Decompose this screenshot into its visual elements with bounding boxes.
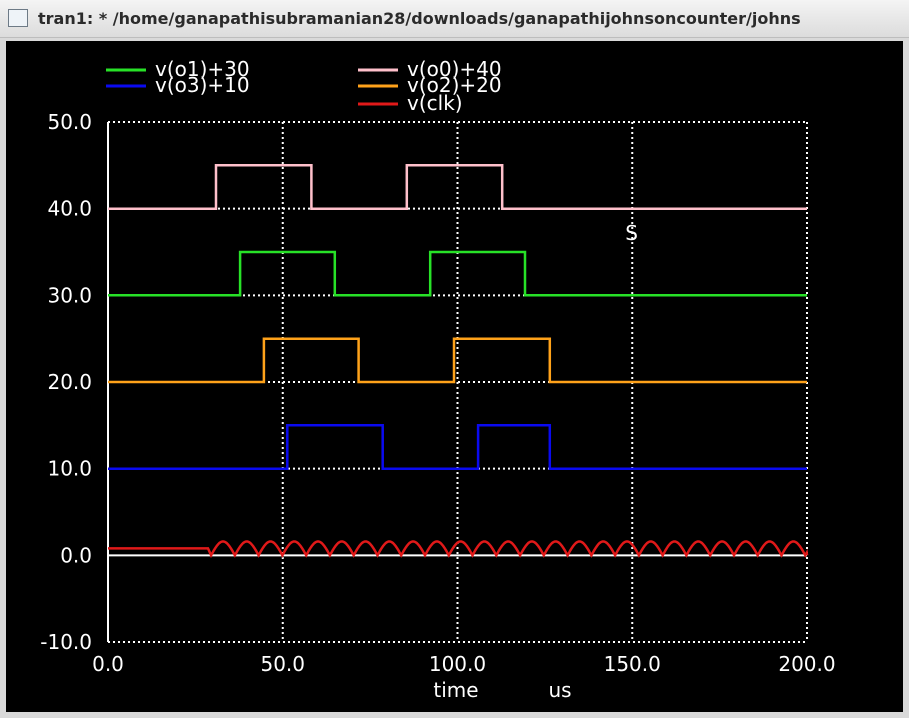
waveform-chart[interactable]: -10.00.010.020.030.040.050.00.0 50.0 100.0… [6, 41, 903, 712]
y-tick-label: 30.0 [47, 283, 92, 307]
y-tick-label: 40.0 [47, 197, 92, 221]
window-titlebar[interactable]: tran1: * /home/ganapathisubramanian28/do… [0, 0, 909, 38]
window-title: tran1: * /home/ganapathisubramanian28/do… [38, 9, 801, 28]
x-tick-label: 0.0 [92, 652, 124, 676]
x-tick-label: 50.0 [260, 652, 305, 676]
y-tick-label: 10.0 [47, 457, 92, 481]
y-tick-label: 0.0 [60, 543, 92, 567]
plot-area[interactable]: -10.0 0.0 10.0 20.0 30.0 40.0 50.0 0.0 50.0 100.0… [6, 41, 903, 712]
x-axis-label: time [433, 678, 478, 702]
tick-labels: -10.00.010.020.030.040.050.00.0 50.0 100.0… [40, 110, 835, 676]
trace-v-o2-20 [108, 337, 807, 384]
x-tick-label: 150.0 [604, 652, 661, 676]
legend-label: v(o3)+10 [155, 73, 250, 97]
x-tick-label: 100.0 [429, 652, 486, 676]
legend: v(o1)+30v(o3)+10v(o0)+40v(o2)+20v(clk) [106, 57, 502, 115]
y-tick-label: -10.0 [40, 630, 92, 654]
annotation-label: S [625, 221, 638, 245]
y-tick-label: 50.0 [47, 110, 92, 134]
x-axis-unit: us [548, 678, 571, 702]
x-tick-label: 200.0 [778, 652, 835, 676]
y-tick-label: 20.0 [47, 370, 92, 394]
legend-label: v(clk) [407, 91, 463, 115]
window-icon [8, 9, 28, 27]
